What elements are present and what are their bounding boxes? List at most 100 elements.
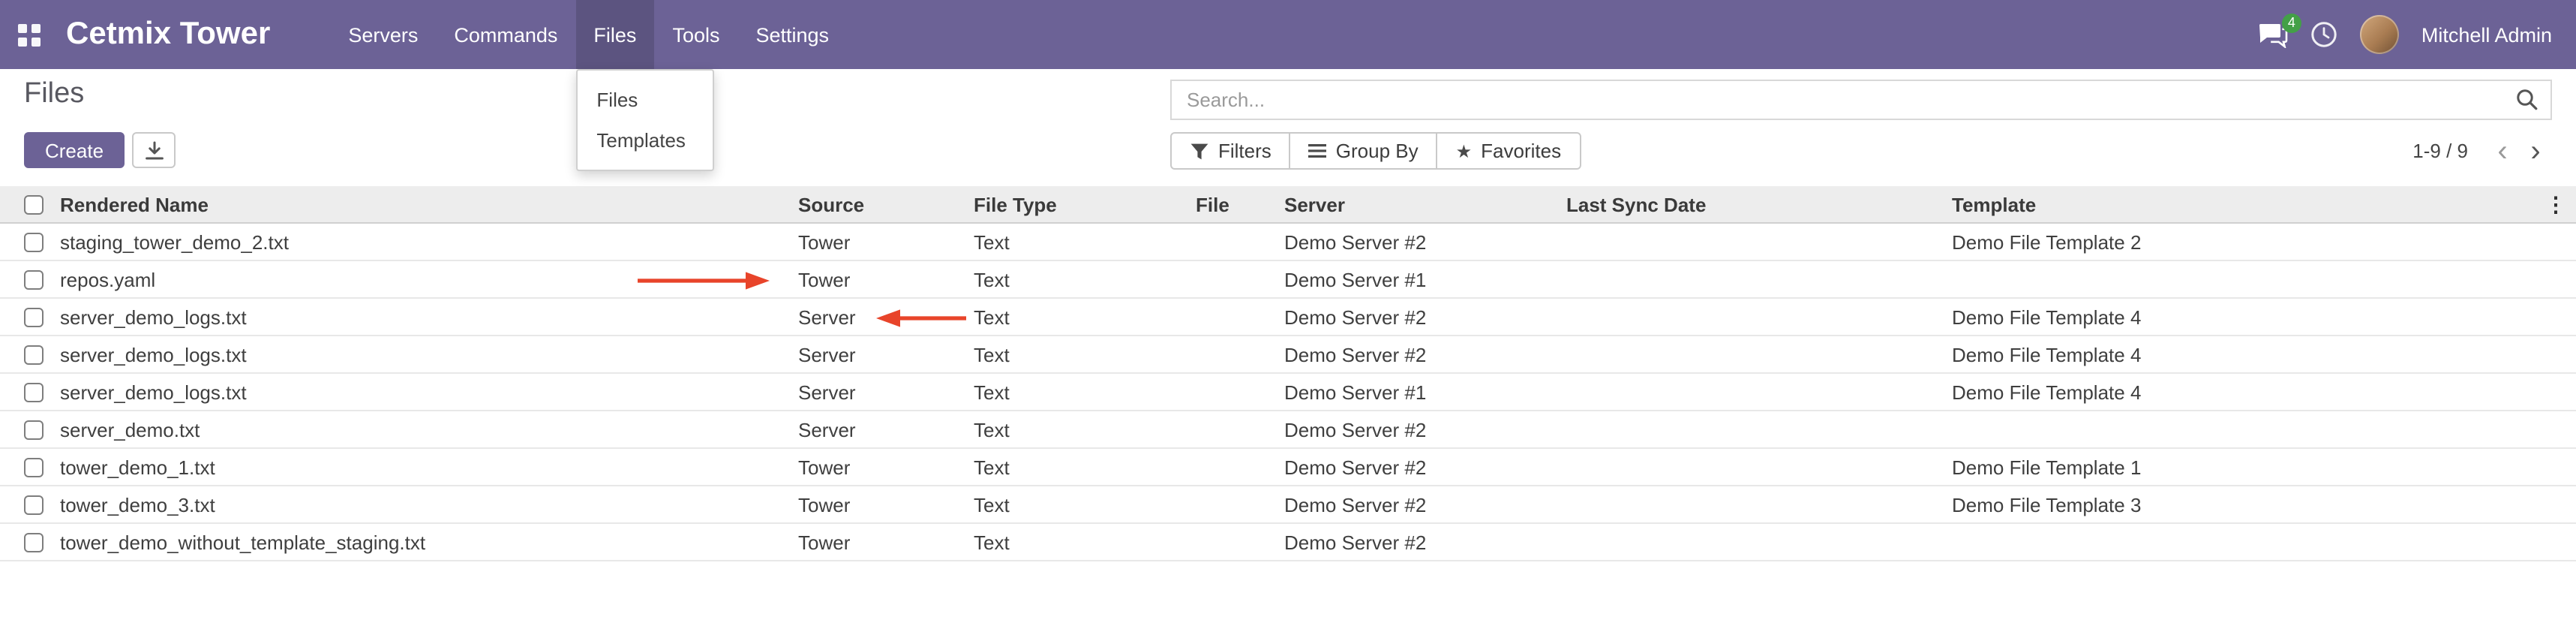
cell-template: Demo File Template 4: [1952, 381, 2535, 403]
column-header-rendered-name[interactable]: Rendered Name: [60, 193, 798, 215]
page-title: Files: [24, 78, 84, 111]
column-header-source[interactable]: Source: [798, 193, 974, 215]
table-body: staging_tower_demo_2.txtTowerTextDemo Se…: [0, 224, 2576, 561]
group-by-button[interactable]: Group By: [1290, 132, 1438, 170]
cell-file-type: Text: [974, 230, 1196, 253]
brand-title[interactable]: Cetmix Tower: [66, 17, 270, 53]
cell-file-type: Text: [974, 381, 1196, 403]
cell-source: Tower: [798, 268, 974, 290]
column-header-last-sync-date[interactable]: Last Sync Date: [1566, 193, 1952, 215]
row-checkbox[interactable]: [24, 495, 44, 514]
main-menu-bar: Servers Commands Files Files Templates T…: [330, 0, 847, 69]
cell-server: Demo Server #2: [1284, 343, 1566, 366]
cell-file-type: Text: [974, 268, 1196, 290]
menu-label: Settings: [755, 23, 829, 46]
column-header-file[interactable]: File: [1196, 193, 1284, 215]
systray: 4 Mitchell Admin: [2258, 0, 2576, 69]
cell-template: Demo File Template 3: [1952, 493, 2535, 516]
row-select-cell: [0, 232, 60, 251]
table-row[interactable]: tower_demo_3.txtTowerTextDemo Server #2D…: [0, 486, 2576, 524]
row-checkbox[interactable]: [24, 532, 44, 552]
user-menu[interactable]: Mitchell Admin: [2421, 23, 2552, 46]
cell-server: Demo Server #2: [1284, 493, 1566, 516]
download-icon: [143, 140, 164, 160]
dropdown-item-templates[interactable]: Templates: [577, 120, 712, 161]
cell-rendered-name: server_demo_logs.txt: [60, 381, 798, 403]
row-checkbox[interactable]: [24, 269, 44, 289]
menu-label: Files: [593, 23, 636, 46]
table-row[interactable]: tower_demo_1.txtTowerTextDemo Server #2D…: [0, 449, 2576, 486]
search-icon: [2515, 89, 2538, 111]
menu-commands[interactable]: Commands: [436, 0, 575, 69]
table-header-row: Rendered Name Source File Type File Serv…: [0, 186, 2576, 224]
favorites-button[interactable]: ★ Favorites: [1437, 132, 1581, 170]
cell-template: Demo File Template 4: [1952, 305, 2535, 328]
cell-file-type: Text: [974, 418, 1196, 441]
menu-servers[interactable]: Servers: [330, 0, 436, 69]
table-row[interactable]: repos.yamlTowerText Demo Server #1: [0, 261, 2576, 299]
cell-rendered-name: staging_tower_demo_2.txt: [60, 230, 798, 253]
cell-server: Demo Server #2: [1284, 230, 1566, 253]
cell-source: Tower: [798, 531, 974, 553]
user-avatar[interactable]: [2360, 15, 2399, 54]
column-header-server[interactable]: Server: [1284, 193, 1566, 215]
files-list-table: Rendered Name Source File Type File Serv…: [0, 186, 2576, 561]
cell-server: Demo Server #2: [1284, 305, 1566, 328]
menu-files[interactable]: Files Files Templates: [575, 0, 654, 69]
menu-label: Commands: [454, 23, 557, 46]
select-all-checkbox[interactable]: [24, 194, 44, 214]
cell-rendered-name: repos.yaml: [60, 268, 798, 290]
cell-source: Server: [798, 418, 974, 441]
row-select-cell: [0, 495, 60, 514]
activity-button[interactable]: [2310, 21, 2337, 48]
filters-label: Filters: [1218, 140, 1271, 162]
cell-rendered-name: server_demo_logs.txt: [60, 343, 798, 366]
export-button[interactable]: [132, 132, 176, 168]
column-header-template[interactable]: Template: [1952, 193, 2535, 215]
table-row[interactable]: server_demo_logs.txtServerTextDemo Serve…: [0, 336, 2576, 374]
group-by-label: Group By: [1336, 140, 1419, 162]
cell-file-type: Text: [974, 305, 1196, 328]
column-options-toggle[interactable]: ⋮: [2545, 193, 2566, 215]
row-checkbox[interactable]: [24, 307, 44, 327]
star-icon: ★: [1456, 142, 1473, 160]
pager-previous-button[interactable]: ‹: [2486, 132, 2519, 170]
cell-server: Demo Server #2: [1284, 418, 1566, 441]
cell-file-type: Text: [974, 456, 1196, 478]
column-header-file-type[interactable]: File Type: [974, 193, 1196, 215]
search-input[interactable]: [1172, 89, 2502, 111]
search-submit[interactable]: [2502, 81, 2550, 119]
table-row[interactable]: staging_tower_demo_2.txtTowerText Demo Se…: [0, 224, 2576, 261]
table-row[interactable]: server_demo_logs.txtServerTextDemo Serve…: [0, 299, 2576, 336]
pager-next-button[interactable]: ›: [2519, 132, 2552, 170]
apps-menu-button[interactable]: [0, 0, 57, 69]
row-checkbox[interactable]: [24, 232, 44, 251]
row-select-cell: [0, 269, 60, 289]
table-row[interactable]: server_demo_logs.txtServerTextDemo Serve…: [0, 374, 2576, 411]
filter-funnel-icon: [1190, 142, 1209, 160]
table-row[interactable]: tower_demo_without_template_staging.txtT…: [0, 524, 2576, 561]
row-checkbox[interactable]: [24, 457, 44, 477]
cell-server: Demo Server #1: [1284, 268, 1566, 290]
cell-template: Demo File Template 1: [1952, 456, 2535, 478]
select-all-cell: [0, 194, 60, 214]
pager-value[interactable]: 1-9 / 9: [2412, 140, 2468, 162]
menu-label: Tools: [672, 23, 719, 46]
row-checkbox[interactable]: [24, 420, 44, 439]
menu-settings[interactable]: Settings: [737, 0, 847, 69]
table-row[interactable]: server_demo.txtServerTextDemo Server #2: [0, 411, 2576, 449]
cell-rendered-name: tower_demo_1.txt: [60, 456, 798, 478]
row-select-cell: [0, 420, 60, 439]
menu-tools[interactable]: Tools: [654, 0, 737, 69]
row-checkbox[interactable]: [24, 345, 44, 364]
filters-button[interactable]: Filters: [1170, 132, 1291, 170]
cell-source: Tower: [798, 230, 974, 253]
cell-template: Demo File Template 4: [1952, 343, 2535, 366]
create-button[interactable]: Create: [24, 132, 125, 168]
messages-button[interactable]: 4: [2258, 22, 2288, 47]
pager: 1-9 / 9 ‹ ›: [2412, 132, 2552, 170]
dropdown-item-files[interactable]: Files: [577, 80, 712, 120]
row-select-cell: [0, 532, 60, 552]
cell-template: Demo File Template 2: [1952, 230, 2535, 253]
row-checkbox[interactable]: [24, 382, 44, 402]
